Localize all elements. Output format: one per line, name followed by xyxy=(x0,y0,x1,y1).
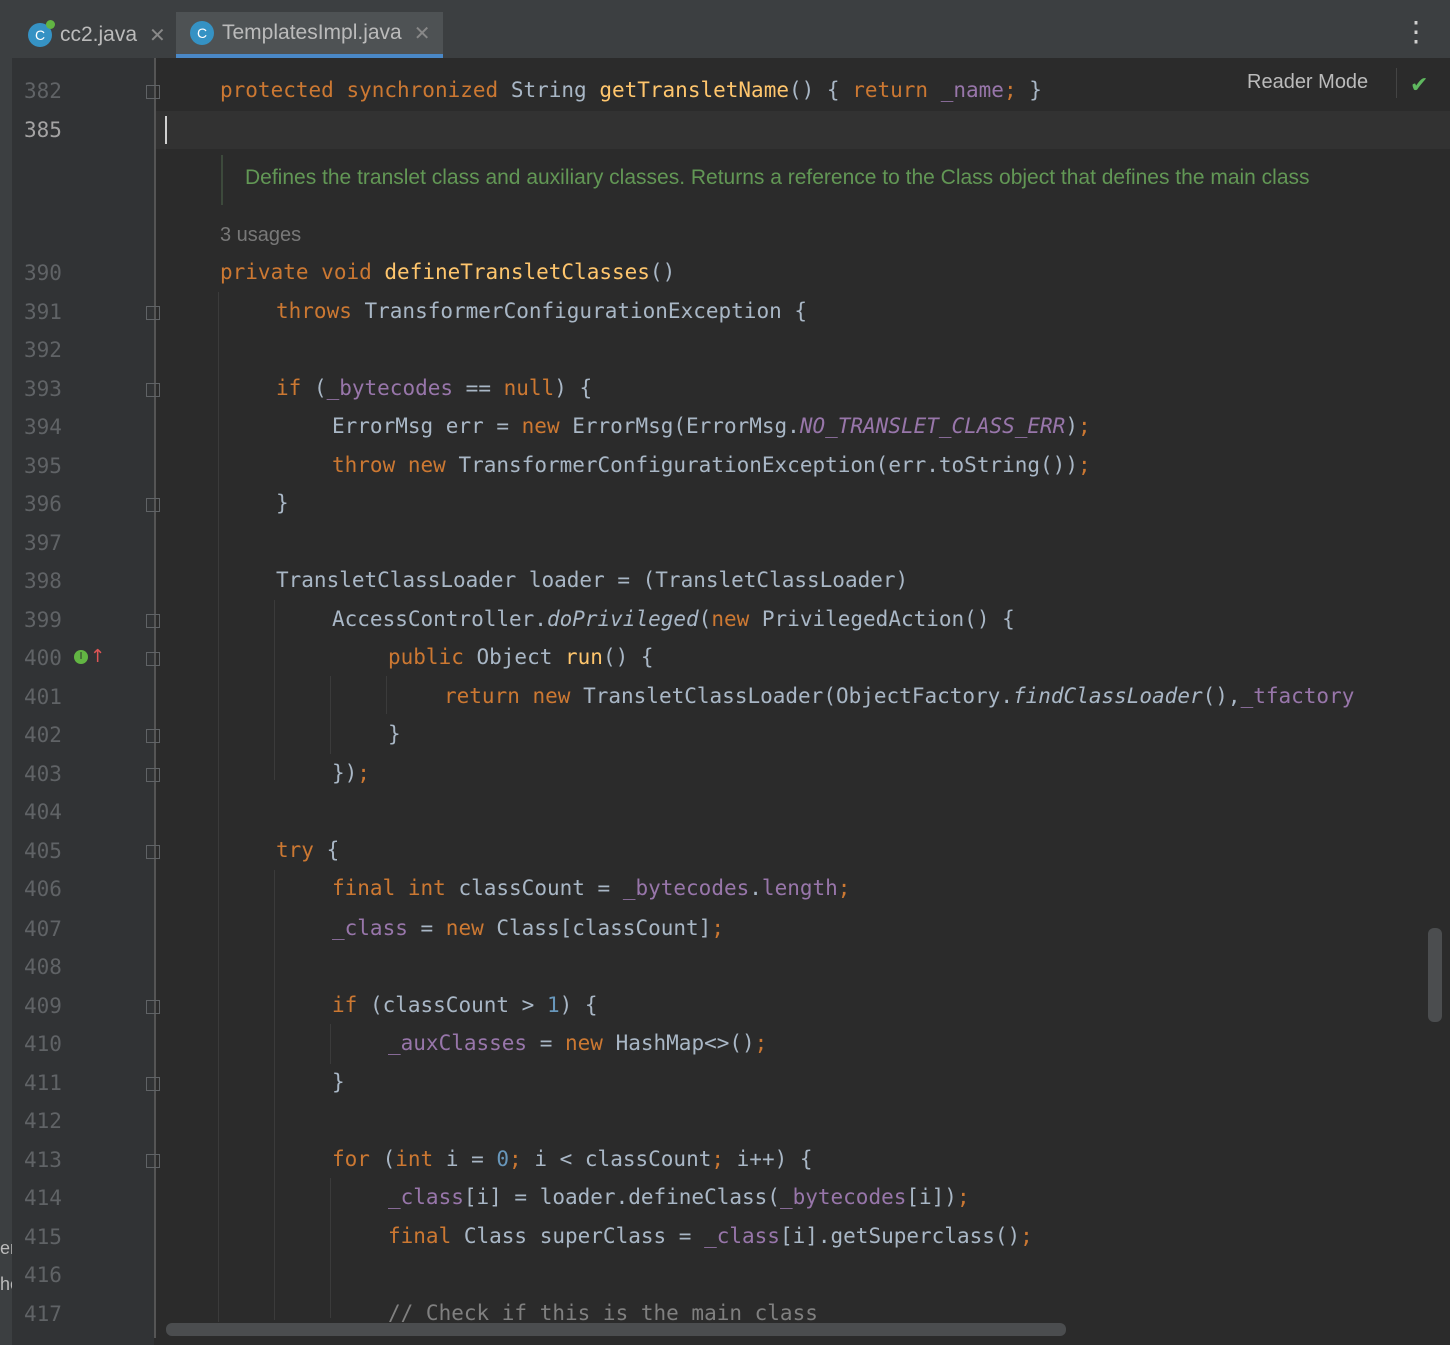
tab-templatesimpl-java[interactable]: C TemplatesImpl.java ✕ xyxy=(176,12,443,58)
code-line-407[interactable]: _class = new Class[classCount]; xyxy=(332,916,724,940)
fold-end-icon[interactable] xyxy=(146,1077,160,1091)
usages-hint[interactable]: 3 usages xyxy=(220,224,301,247)
line-number: 401 xyxy=(24,685,62,709)
line-number: 412 xyxy=(24,1109,62,1133)
line-number: 417 xyxy=(24,1302,62,1326)
code-line-394[interactable]: ErrorMsg err = new ErrorMsg(ErrorMsg.NO_… xyxy=(332,414,1091,438)
line-number: 415 xyxy=(24,1225,62,1249)
check-icon[interactable]: ✔ xyxy=(1410,72,1428,98)
code-line-393[interactable]: if (_bytecodes == null) { xyxy=(276,376,592,400)
line-number: 407 xyxy=(24,917,62,941)
code-line-417[interactable]: // Check if this is the main class xyxy=(388,1301,818,1325)
line-number: 410 xyxy=(24,1032,62,1056)
text-cursor xyxy=(165,116,167,144)
code-line-415[interactable]: final Class superClass = _class[i].getSu… xyxy=(388,1224,1033,1248)
code-line-411[interactable]: } xyxy=(332,1070,345,1094)
expand-fold-icon[interactable] xyxy=(146,85,160,99)
more-options-icon[interactable]: ⋮ xyxy=(1402,18,1430,46)
code-line-403[interactable]: }); xyxy=(332,761,370,785)
code-line-409[interactable]: if (classCount > 1) { xyxy=(332,993,598,1017)
code-line-413[interactable]: for (int i = 0; i < classCount; i++) { xyxy=(332,1147,813,1171)
current-line-highlight xyxy=(156,111,1450,149)
fold-icon[interactable] xyxy=(146,306,160,320)
separator xyxy=(1396,68,1397,98)
tab-label: TemplatesImpl.java xyxy=(222,21,402,44)
implements-icon[interactable]: I xyxy=(74,650,88,664)
line-number: 395 xyxy=(24,454,62,478)
line-number: 409 xyxy=(24,994,62,1018)
fold-icon[interactable] xyxy=(146,652,160,666)
line-number: 416 xyxy=(24,1263,62,1287)
fold-icon[interactable] xyxy=(146,614,160,628)
fold-icon[interactable] xyxy=(146,383,160,397)
fold-icon[interactable] xyxy=(146,1000,160,1014)
line-number: 392 xyxy=(24,338,62,362)
close-icon[interactable]: ✕ xyxy=(149,23,166,48)
code-line-402[interactable]: } xyxy=(388,722,401,746)
line-number: 398 xyxy=(24,569,62,593)
line-number: 405 xyxy=(24,839,62,863)
doc-comment-bar xyxy=(221,155,223,205)
line-number: 396 xyxy=(24,492,62,516)
line-number: 394 xyxy=(24,415,62,439)
line-number: 399 xyxy=(24,608,62,632)
line-number: 413 xyxy=(24,1148,62,1172)
code-line-390[interactable]: private void defineTransletClasses() xyxy=(220,260,675,284)
code-line-395[interactable]: throw new TransformerConfigurationExcept… xyxy=(332,453,1091,477)
line-number: 397 xyxy=(24,531,62,555)
line-number: 408 xyxy=(24,955,62,979)
code-line-406[interactable]: final int classCount = _bytecodes.length… xyxy=(332,876,850,900)
tab-label: cc2.java xyxy=(60,23,138,46)
close-icon[interactable]: ✕ xyxy=(414,21,431,46)
class-icon: C xyxy=(190,21,214,45)
fold-end-icon[interactable] xyxy=(146,498,160,512)
code-line-405[interactable]: try { xyxy=(276,838,339,862)
tab-cc2-java[interactable]: C cc2.java ✕ xyxy=(28,12,166,58)
rendered-doc-comment[interactable]: Defines the translet class and auxiliary… xyxy=(245,166,1310,190)
code-line-391[interactable]: throws TransformerConfigurationException… xyxy=(276,299,807,323)
code-line-399[interactable]: AccessController.doPrivileged(new Privil… xyxy=(332,607,1015,631)
fold-end-icon[interactable] xyxy=(146,768,160,782)
editor-tab-bar: C cc2.java ✕ C TemplatesImpl.java ✕ ⋮ xyxy=(0,0,1450,59)
class-icon: C xyxy=(28,20,55,47)
tool-window-strip xyxy=(0,58,12,1345)
code-line-410[interactable]: _auxClasses = new HashMap<>(); xyxy=(388,1031,767,1055)
line-number: 403 xyxy=(24,762,62,786)
fold-icon[interactable] xyxy=(146,845,160,859)
line-number: 382 xyxy=(24,79,62,103)
fold-icon[interactable] xyxy=(146,1154,160,1168)
overrides-arrow-icon[interactable]: ↑ xyxy=(90,646,105,667)
line-number: 390 xyxy=(24,261,62,285)
code-line-414[interactable]: _class[i] = loader.defineClass(_bytecode… xyxy=(388,1185,970,1209)
fold-end-icon[interactable] xyxy=(146,729,160,743)
line-number: 393 xyxy=(24,377,62,401)
code-line-400[interactable]: public Object run() { xyxy=(388,645,654,669)
line-number: 414 xyxy=(24,1186,62,1210)
line-number: 411 xyxy=(24,1071,62,1095)
line-number: 406 xyxy=(24,877,62,901)
code-line-396[interactable]: } xyxy=(276,491,289,515)
reader-mode-button[interactable]: Reader Mode xyxy=(1247,71,1368,94)
line-number: 391 xyxy=(24,300,62,324)
code-line-398[interactable]: TransletClassLoader loader = (TransletCl… xyxy=(276,568,908,592)
line-number: 385 xyxy=(24,118,62,142)
vertical-scrollbar[interactable] xyxy=(1428,928,1442,1022)
line-number: 402 xyxy=(24,723,62,747)
code-line-382[interactable]: protected synchronized String getTransle… xyxy=(220,78,1042,102)
code-line-401[interactable]: return new TransletClassLoader(ObjectFac… xyxy=(444,684,1354,708)
line-number: 404 xyxy=(24,800,62,824)
horizontal-scrollbar[interactable] xyxy=(166,1323,1066,1336)
